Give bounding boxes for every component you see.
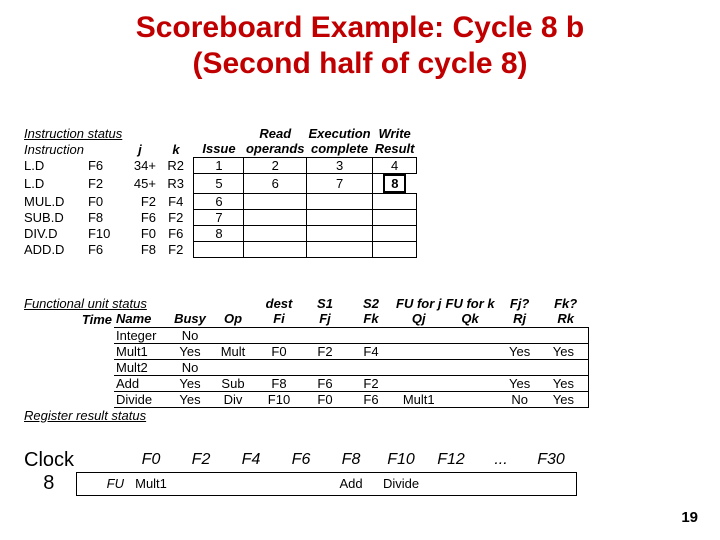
functional-unit-row: IntegerNo xyxy=(22,327,589,343)
hdr-qj: Qj xyxy=(394,311,444,327)
hdr-write-bot: Result xyxy=(373,141,417,157)
hdr-fkq: Fk? xyxy=(543,295,589,311)
hdr-write-top: Write xyxy=(373,125,417,141)
instruction-row: L.DF634+R21234 xyxy=(22,157,417,173)
hdr-issue: Issue xyxy=(194,141,244,157)
hdr-qk: Qk xyxy=(444,311,497,327)
functional-unit-status-table: Functional unit status dest S1 S2 FU for… xyxy=(22,295,589,423)
clock-value: 8 xyxy=(22,472,76,495)
register-fu-cell xyxy=(426,472,476,495)
register-fu-cell xyxy=(226,472,276,495)
functional-unit-row: Mult2No xyxy=(22,359,589,375)
register-header: F0 xyxy=(126,449,176,472)
functional-unit-row: DivideYesDivF10F0F6Mult1NoYes xyxy=(22,391,589,407)
hdr-fi: Fi xyxy=(256,311,302,327)
hdr-time: Time xyxy=(68,311,114,327)
hdr-fk: Fk xyxy=(348,311,394,327)
register-header: F6 xyxy=(276,449,326,472)
functional-unit-row: Mult1YesMultF0F2F4YesYes xyxy=(22,343,589,359)
register-fu-cell xyxy=(526,472,576,495)
hdr-rk: Rk xyxy=(543,311,589,327)
hdr-name: Name xyxy=(114,311,170,327)
hdr-op: Op xyxy=(210,311,256,327)
register-fu-cell xyxy=(276,472,326,495)
clock-label: Clock xyxy=(22,449,76,472)
register-header: F12 xyxy=(426,449,476,472)
scoreboard-sheet: Instruction status Read Execution Write … xyxy=(22,125,417,258)
fus-label: Functional unit status xyxy=(22,295,210,311)
instruction-row: SUB.DF8F6F27 xyxy=(22,209,417,225)
title-line-1: Scoreboard Example: Cycle 8 b xyxy=(136,11,585,44)
register-header: F4 xyxy=(226,449,276,472)
hdr-k: k xyxy=(158,141,194,157)
hdr-exec-top: Execution xyxy=(307,125,373,141)
register-fu-cell: Mult1 xyxy=(126,472,176,495)
register-result-status-label: Register result status xyxy=(22,407,210,423)
register-fu-cell xyxy=(476,472,526,495)
instruction-row: DIV.DF10F0F68 xyxy=(22,225,417,241)
functional-unit-row: AddYesSubF8F6F2YesYes xyxy=(22,375,589,391)
hdr-fj: Fj xyxy=(302,311,348,327)
hdr-s2: S2 xyxy=(348,295,394,311)
instruction-row: MUL.DF0F2F46 xyxy=(22,193,417,209)
instruction-status-table: Instruction status Read Execution Write … xyxy=(22,125,417,258)
fu-label: FU xyxy=(76,472,126,495)
register-result-status-table: Clock F0F2F4F6F8F10F12...F30 8 FU Mult1 A… xyxy=(22,449,577,496)
hdr-dest: dest xyxy=(256,295,302,311)
hdr-instruction: Instruction xyxy=(22,141,86,157)
hdr-read-top: Read xyxy=(244,125,307,141)
hdr-busy: Busy xyxy=(170,311,210,327)
register-header: F10 xyxy=(376,449,426,472)
title-line-2: (Second half of cycle 8) xyxy=(192,47,527,80)
register-header: F8 xyxy=(326,449,376,472)
instruction-row: L.DF245+R35678 xyxy=(22,173,417,193)
page-number: 19 xyxy=(681,509,698,526)
register-header: F30 xyxy=(526,449,576,472)
hdr-read-bot: operands xyxy=(244,141,307,157)
register-header: ... xyxy=(476,449,526,472)
hdr-fuj: FU for j xyxy=(394,295,444,311)
instruction-status-label: Instruction status xyxy=(22,125,194,141)
register-fu-cell xyxy=(176,472,226,495)
instruction-row: ADD.DF6F8F2 xyxy=(22,241,417,257)
hdr-rj: Rj xyxy=(497,311,543,327)
register-header: F2 xyxy=(176,449,226,472)
hdr-s1: S1 xyxy=(302,295,348,311)
slide-title: Scoreboard Example: Cycle 8 b (Second ha… xyxy=(0,10,720,82)
hdr-fjq: Fj? xyxy=(497,295,543,311)
register-fu-cell: Divide xyxy=(376,472,426,495)
hdr-exec-bot: complete xyxy=(307,141,373,157)
register-fu-cell: Add xyxy=(326,472,376,495)
hdr-fuk: FU for k xyxy=(444,295,497,311)
hdr-j: j xyxy=(122,141,158,157)
